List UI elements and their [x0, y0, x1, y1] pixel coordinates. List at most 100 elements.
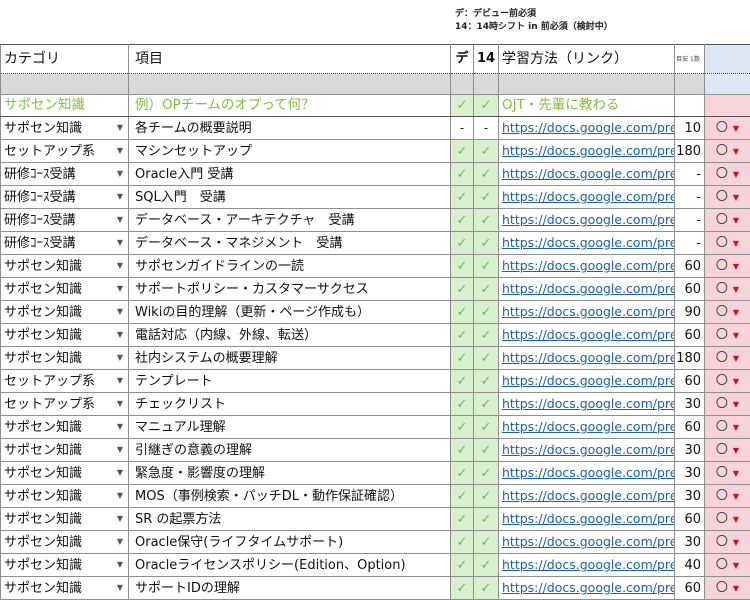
item-cell[interactable]: データベース・アーキテクチャ 受講	[129, 209, 451, 232]
target-minutes-cell[interactable]: 30	[675, 531, 705, 554]
de-check-cell[interactable]: ✓	[451, 301, 474, 324]
link-cell[interactable]: https://docs.google.com/pre	[499, 209, 675, 232]
link-cell[interactable]: https://docs.google.com/pre	[499, 531, 675, 554]
learning-link[interactable]: https://docs.google.com/pre	[502, 350, 675, 365]
status-cell[interactable]: 〇▼	[705, 439, 750, 462]
category-cell[interactable]: 研修ｺｰｽ受講 ▼	[1, 163, 129, 186]
target-minutes-cell[interactable]: -	[675, 163, 705, 186]
14-check-cell[interactable]: ✓	[474, 140, 499, 163]
14-check-cell[interactable]: ✓	[474, 163, 499, 186]
blank-cell[interactable]	[499, 74, 675, 95]
de-check-cell[interactable]: ✓	[451, 485, 474, 508]
chevron-down-icon[interactable]: ▼	[733, 423, 739, 432]
chevron-down-icon[interactable]: ▼	[117, 278, 123, 299]
de-check-cell[interactable]: ✓	[451, 255, 474, 278]
learning-link[interactable]: https://docs.google.com/pre	[502, 557, 675, 572]
14-check-cell[interactable]: ✓	[474, 462, 499, 485]
chevron-down-icon[interactable]: ▼	[117, 347, 123, 368]
chevron-down-icon[interactable]: ▼	[117, 416, 123, 437]
status-cell[interactable]: 〇▼	[705, 140, 750, 163]
status-cell[interactable]: 〇▼	[705, 209, 750, 232]
status-cell[interactable]: 〇▼	[705, 324, 750, 347]
14-check-cell[interactable]: ✓	[474, 370, 499, 393]
example-14-check[interactable]: ✓	[474, 95, 499, 117]
chevron-down-icon[interactable]: ▼	[733, 377, 739, 386]
status-cell[interactable]: 〇▼	[705, 255, 750, 278]
status-cell[interactable]: 〇▼	[705, 508, 750, 531]
14-check-cell[interactable]: ✓	[474, 301, 499, 324]
example-status[interactable]	[705, 95, 750, 117]
link-cell[interactable]: https://docs.google.com/pre	[499, 577, 675, 600]
status-cell[interactable]: 〇▼	[705, 393, 750, 416]
learning-link[interactable]: https://docs.google.com/pre	[502, 465, 675, 480]
item-cell[interactable]: 引継ぎの意義の理解	[129, 439, 451, 462]
status-cell[interactable]: 〇▼	[705, 278, 750, 301]
blank-cell[interactable]	[129, 74, 451, 95]
chevron-down-icon[interactable]: ▼	[117, 324, 123, 345]
chevron-down-icon[interactable]: ▼	[117, 117, 123, 138]
target-minutes-cell[interactable]: 30	[675, 462, 705, 485]
item-cell[interactable]: SQL入門 受講	[129, 186, 451, 209]
link-cell[interactable]: https://docs.google.com/pre	[499, 163, 675, 186]
target-minutes-cell[interactable]: 30	[675, 439, 705, 462]
chevron-down-icon[interactable]: ▼	[117, 163, 123, 184]
category-cell[interactable]: サポセン知識 ▼	[1, 255, 129, 278]
header-status[interactable]	[705, 45, 750, 74]
target-minutes-cell[interactable]: 60	[675, 577, 705, 600]
link-cell[interactable]: https://docs.google.com/pre	[499, 255, 675, 278]
blank-cell[interactable]	[451, 74, 474, 95]
14-check-cell[interactable]: ✓	[474, 439, 499, 462]
status-cell[interactable]: 〇▼	[705, 117, 750, 140]
chevron-down-icon[interactable]: ▼	[117, 508, 123, 529]
status-cell[interactable]: 〇▼	[705, 531, 750, 554]
item-cell[interactable]: サポートポリシー・カスタマーサクセス	[129, 278, 451, 301]
chevron-down-icon[interactable]: ▼	[733, 193, 739, 202]
category-cell[interactable]: サポセン知識 ▼	[1, 485, 129, 508]
category-cell[interactable]: 研修ｺｰｽ受講 ▼	[1, 186, 129, 209]
example-category[interactable]: サポセン知識	[1, 95, 129, 117]
learning-link[interactable]: https://docs.google.com/pre	[502, 212, 675, 227]
item-cell[interactable]: サポセンガイドラインの一読	[129, 255, 451, 278]
link-cell[interactable]: https://docs.google.com/pre	[499, 393, 675, 416]
chevron-down-icon[interactable]: ▼	[733, 331, 739, 340]
chevron-down-icon[interactable]: ▼	[117, 186, 123, 207]
link-cell[interactable]: https://docs.google.com/pre	[499, 416, 675, 439]
learning-link[interactable]: https://docs.google.com/pre	[502, 166, 675, 181]
category-cell[interactable]: サポセン知識 ▼	[1, 531, 129, 554]
status-cell[interactable]: 〇▼	[705, 347, 750, 370]
item-cell[interactable]: Oracle保守(ライフタイムサポート)	[129, 531, 451, 554]
target-minutes-cell[interactable]: 90	[675, 301, 705, 324]
link-cell[interactable]: https://docs.google.com/pre	[499, 347, 675, 370]
target-minutes-cell[interactable]: 30	[675, 485, 705, 508]
header-item[interactable]: 項目	[129, 45, 451, 74]
14-check-cell[interactable]: ✓	[474, 186, 499, 209]
header-method[interactable]: 学習方法（リンク）	[499, 45, 675, 74]
learning-link[interactable]: https://docs.google.com/pre	[502, 258, 675, 273]
item-cell[interactable]: MOS（事例検索・パッチDL・動作保証確認）	[129, 485, 451, 508]
item-cell[interactable]: 電話対応（内線、外線、転送）	[129, 324, 451, 347]
example-target[interactable]	[675, 95, 705, 117]
14-check-cell[interactable]: ✓	[474, 577, 499, 600]
14-check-cell[interactable]: ✓	[474, 232, 499, 255]
item-cell[interactable]: Oracleライセンスポリシー(Edition、Option)	[129, 554, 451, 577]
target-minutes-cell[interactable]: 60	[675, 508, 705, 531]
chevron-down-icon[interactable]: ▼	[733, 147, 739, 156]
14-check-cell[interactable]: ✓	[474, 508, 499, 531]
chevron-down-icon[interactable]: ▼	[733, 400, 739, 409]
link-cell[interactable]: https://docs.google.com/pre	[499, 462, 675, 485]
link-cell[interactable]: https://docs.google.com/pre	[499, 232, 675, 255]
category-cell[interactable]: サポセン知識 ▼	[1, 554, 129, 577]
14-check-cell[interactable]: -	[474, 117, 499, 140]
learning-link[interactable]: https://docs.google.com/pre	[502, 534, 675, 549]
chevron-down-icon[interactable]: ▼	[733, 308, 739, 317]
category-cell[interactable]: サポセン知識 ▼	[1, 278, 129, 301]
header-14[interactable]: 14	[474, 45, 499, 74]
de-check-cell[interactable]: ✓	[451, 186, 474, 209]
item-cell[interactable]: Wikiの目的理解（更新・ページ作成も）	[129, 301, 451, 324]
chevron-down-icon[interactable]: ▼	[733, 492, 739, 501]
chevron-down-icon[interactable]: ▼	[117, 393, 123, 414]
item-cell[interactable]: SR の起票方法	[129, 508, 451, 531]
chevron-down-icon[interactable]: ▼	[117, 255, 123, 276]
item-cell[interactable]: テンプレート	[129, 370, 451, 393]
chevron-down-icon[interactable]: ▼	[733, 216, 739, 225]
